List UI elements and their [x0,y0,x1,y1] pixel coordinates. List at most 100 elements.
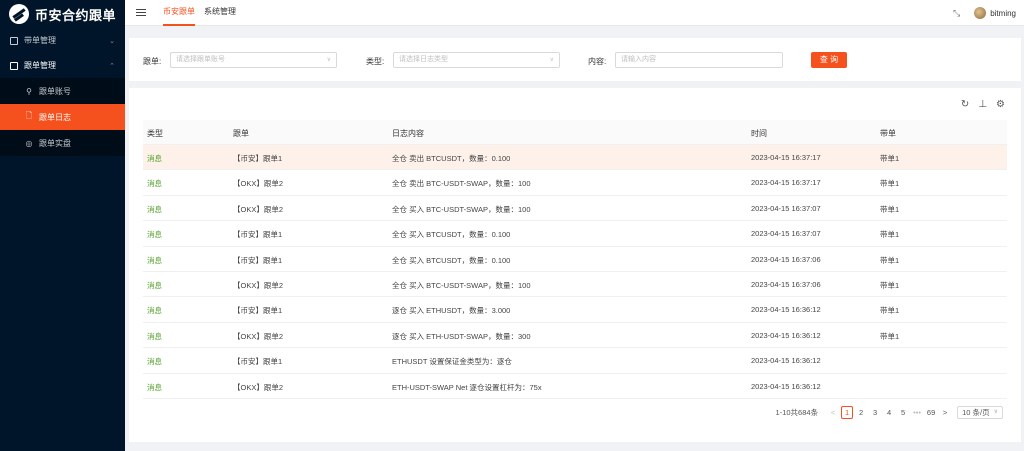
cell-account: 【OKX】跟单2 [233,382,284,392]
page-size-select[interactable]: 10 条/页 ∨ [957,406,1003,419]
cell-type: 消息 [147,331,162,341]
cell-account: 【OKX】跟单2 [233,280,284,290]
sidebar-item-label: 跟单日志 [39,112,71,122]
sidebar-item-follow-log[interactable]: 🗋 跟单日志 [0,104,125,130]
content-input-placeholder: 请输入内容 [621,56,656,63]
cell-leader: 带单1 [880,154,900,163]
chevron-up-icon: ⌃ [109,62,115,70]
settings-icon[interactable]: ⚙ [996,99,1005,110]
sidebar-item-follow-live[interactable]: ◎ 跟单实盘 [0,130,125,156]
table-row[interactable]: 消息 【币安】跟单1 全仓 买入 BTCUSDT，数量：0.100 2023-0… [143,247,1007,272]
cell-time: 2023-04-15 16:37:07 [751,203,821,213]
sidebar-group-lead-management[interactable]: 带单管理 ⌄ [0,28,125,53]
cell-content: 全仓 卖出 BTCUSDT，数量：0.100 [392,154,511,163]
content-input[interactable]: 请输入内容 [615,52,783,68]
cell-content: 全仓 买入 BTC-USDT-SWAP，数量：100 [392,204,531,214]
table-toolbar: ↻ ⊥ ⚙ [961,99,1005,110]
fullscreen-icon[interactable]: ⤡ [953,8,960,19]
cell-leader: 带单1 [880,204,900,214]
table-row[interactable]: 消息 【币安】跟单1 ETHUSDT 设置保证金类型为：逐仓 2023-04-1… [143,348,1007,374]
column-header-account: 跟单 [233,129,249,138]
page-button-4[interactable]: 4 [883,406,895,419]
account-select[interactable]: 请选择跟单账号 ∨ [170,52,337,68]
sidebar-item-label: 跟单账号 [39,86,71,96]
sidebar-item-label: 跟单实盘 [39,138,71,148]
cell-type: 消息 [147,230,162,240]
submenu: ⚲ 跟单账号 🗋 跟单日志 ◎ 跟单实盘 [0,78,125,156]
logo-icon [9,4,29,24]
type-select[interactable]: 请选择日志类型 ∨ [393,52,560,68]
cell-content: 全仓 买入 BTC-USDT-SWAP，数量：100 [392,280,531,290]
cell-account: 【币安】跟单1 [233,154,283,163]
column-header-leader: 带单 [880,129,896,138]
chevron-down-icon: ⌄ [109,37,115,45]
tab-system-management[interactable]: 系统管理 [204,0,236,26]
cell-type: 消息 [147,357,162,367]
document-icon: 🗋 [25,111,33,120]
table-row[interactable]: 消息 【OKX】跟单2 全仓 买入 BTC-USDT-SWAP，数量：100 2… [143,272,1007,298]
type-filter-label: 类型: [366,57,385,66]
page-size-value: 10 条/页 [962,408,990,417]
cell-time: 2023-04-15 16:36:12 [751,330,821,340]
table-row[interactable]: 消息 【OKX】跟单2 全仓 卖出 BTC-USDT-SWAP，数量：100 2… [143,170,1007,196]
table-body: 消息 【币安】跟单1 全仓 卖出 BTCUSDT，数量：0.100 2023-0… [143,145,1007,399]
cell-type: 消息 [147,204,162,214]
cell-content: 逐仓 买入 ETHUSDT，数量：3.000 [392,306,511,316]
app-title: 币安合约跟单 [35,7,117,23]
pagination: 1-10共684条 < 1 2 3 4 5 ••• 69 > 10 条/页 ∨ [776,406,1003,419]
cell-content: ETHUSDT 设置保证金类型为：逐仓 [392,357,512,367]
table-row[interactable]: 消息 【OKX】跟单2 逐仓 买入 ETH-USDT-SWAP，数量：300 2… [143,323,1007,349]
cell-time: 2023-04-15 16:37:06 [751,279,821,289]
query-button[interactable]: 查 询 [811,52,847,68]
cell-account: 【OKX】跟单2 [233,179,284,189]
column-header-time: 时间 [751,129,767,138]
table-row[interactable]: 消息 【币安】跟单1 逐仓 买入 ETHUSDT，数量：3.000 2023-0… [143,297,1007,323]
sidebar-group-follow-management[interactable]: 跟单管理 ⌃ [0,53,125,78]
cell-type: 消息 [147,382,162,392]
sidebar-item-follow-account[interactable]: ⚲ 跟单账号 [0,78,125,104]
account-select-placeholder: 请选择跟单账号 [176,56,225,63]
cell-content: 逐仓 买入 ETH-USDT-SWAP，数量：300 [392,331,531,341]
jump-next-button[interactable]: ••• [911,406,923,419]
type-select-placeholder: 请选择日志类型 [399,56,448,63]
next-page-button[interactable]: > [939,406,951,419]
prev-page-button[interactable]: < [827,406,839,419]
page-button-1[interactable]: 1 [841,406,854,419]
tab-binance-follow[interactable]: 币安跟单 [163,0,195,26]
cell-time: 2023-04-15 16:37:07 [751,229,821,239]
cell-type: 消息 [147,255,162,265]
target-icon: ◎ [25,138,33,148]
cell-type: 消息 [147,154,162,163]
refresh-icon[interactable]: ↻ [961,99,969,110]
username[interactable]: bitming [990,9,1016,18]
cell-account: 【币安】跟单1 [233,306,283,316]
cell-time: 2023-04-15 16:36:12 [751,381,821,391]
cell-leader: 带单1 [880,255,900,265]
sidebar: 币安合约跟单 带单管理 ⌄ 跟单管理 ⌃ ⚲ 跟单账号 🗋 跟单日志 ◎ 跟单实… [0,0,125,451]
cell-leader: 带单1 [880,331,900,341]
table-row[interactable]: 消息 【币安】跟单1 全仓 买入 BTCUSDT，数量：0.100 2023-0… [143,221,1007,247]
column-header-content: 日志内容 [392,129,424,138]
table-row[interactable]: 消息 【币安】跟单1 全仓 卖出 BTCUSDT，数量：0.100 2023-0… [143,145,1007,171]
chevron-down-icon: ∨ [326,57,331,63]
table-row[interactable]: 消息 【OKX】跟单2 ETH-USDT-SWAP Net 逐仓设置杠杆为：75… [143,374,1007,399]
header-right: ⤡ bitming [953,0,1016,26]
table-row[interactable]: 消息 【OKX】跟单2 全仓 买入 BTC-USDT-SWAP，数量：100 2… [143,196,1007,222]
page-button-last[interactable]: 69 [925,406,937,419]
density-icon[interactable]: ⊥ [978,99,987,110]
page-button-2[interactable]: 2 [855,406,867,419]
logo[interactable]: 币安合约跟单 [0,0,125,28]
table-header: 类型 跟单 日志内容 时间 带单 [143,120,1007,145]
cell-content: 全仓 买入 BTCUSDT，数量：0.100 [392,230,511,240]
page-button-3[interactable]: 3 [869,406,881,419]
menu-fold-icon[interactable] [136,9,146,16]
avatar[interactable] [974,7,987,19]
content-filter-label: 内容: [588,57,607,66]
cell-time: 2023-04-15 16:37:17 [751,178,821,188]
header: 币安跟单 系统管理 ⤡ bitming [125,0,1024,26]
column-header-type: 类型 [147,129,163,138]
pagination-total: 1-10共684条 [775,408,819,417]
cell-content: ETH-USDT-SWAP Net 逐仓设置杠杆为：75x [392,382,542,392]
cell-account: 【币安】跟单1 [233,357,283,367]
page-button-5[interactable]: 5 [897,406,909,419]
